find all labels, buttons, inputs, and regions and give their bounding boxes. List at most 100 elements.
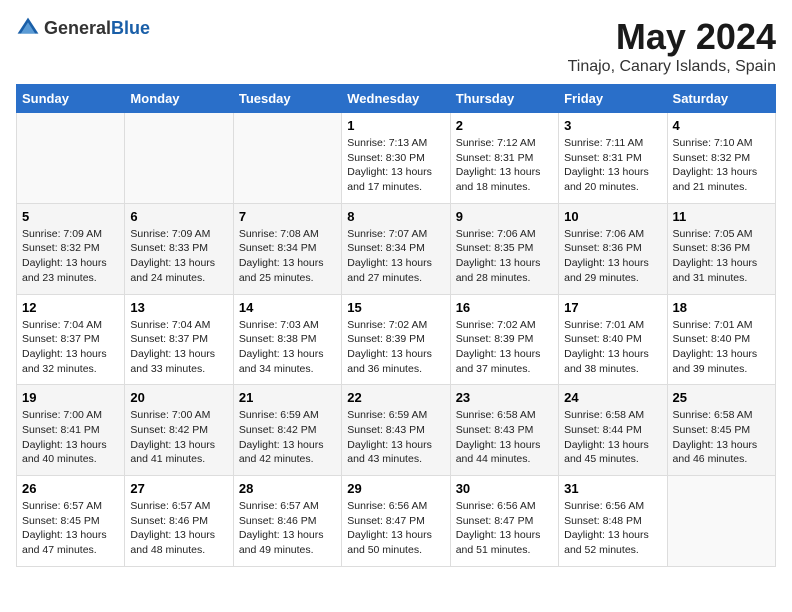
date-number: 17 xyxy=(564,300,661,315)
cell-info: Sunrise: 6:57 AM Sunset: 8:46 PM Dayligh… xyxy=(130,499,227,558)
day-header-row: SundayMondayTuesdayWednesdayThursdayFrid… xyxy=(17,85,776,113)
week-row-3: 12 Sunrise: 7:04 AM Sunset: 8:37 PM Dayli… xyxy=(17,294,776,385)
calendar-cell xyxy=(667,476,775,567)
cell-info: Sunrise: 6:59 AM Sunset: 8:42 PM Dayligh… xyxy=(239,408,336,467)
logo-icon xyxy=(16,16,40,40)
calendar-table: SundayMondayTuesdayWednesdayThursdayFrid… xyxy=(16,84,776,567)
calendar-cell: 17 Sunrise: 7:01 AM Sunset: 8:40 PM Dayli… xyxy=(559,294,667,385)
date-number: 24 xyxy=(564,390,661,405)
subtitle: Tinajo, Canary Islands, Spain xyxy=(568,58,776,76)
date-number: 9 xyxy=(456,209,553,224)
day-header-tuesday: Tuesday xyxy=(233,85,341,113)
calendar-cell: 24 Sunrise: 6:58 AM Sunset: 8:44 PM Dayli… xyxy=(559,385,667,476)
cell-info: Sunrise: 6:56 AM Sunset: 8:48 PM Dayligh… xyxy=(564,499,661,558)
date-number: 14 xyxy=(239,300,336,315)
calendar-cell: 10Sunrise: 7:06 AM Sunset: 8:36 PM Dayli… xyxy=(559,203,667,294)
cell-info: Sunrise: 6:58 AM Sunset: 8:44 PM Dayligh… xyxy=(564,408,661,467)
cell-info: Sunrise: 6:58 AM Sunset: 8:45 PM Dayligh… xyxy=(673,408,770,467)
calendar-cell: 12 Sunrise: 7:04 AM Sunset: 8:37 PM Dayli… xyxy=(17,294,125,385)
date-number: 2 xyxy=(456,118,553,133)
cell-info: Sunrise: 7:10 AM Sunset: 8:32 PM Dayligh… xyxy=(673,136,770,195)
cell-info: Sunrise: 7:13 AM Sunset: 8:30 PM Dayligh… xyxy=(347,136,444,195)
date-number: 27 xyxy=(130,481,227,496)
calendar-cell: 16Sunrise: 7:02 AM Sunset: 8:39 PM Dayli… xyxy=(450,294,558,385)
calendar-cell: 9Sunrise: 7:06 AM Sunset: 8:35 PM Daylig… xyxy=(450,203,558,294)
date-number: 3 xyxy=(564,118,661,133)
calendar-cell: 11 Sunrise: 7:05 AM Sunset: 8:36 PM Dayli… xyxy=(667,203,775,294)
title-block: May 2024 Tinajo, Canary Islands, Spain xyxy=(568,16,776,76)
day-header-saturday: Saturday xyxy=(667,85,775,113)
calendar-cell: 25Sunrise: 6:58 AM Sunset: 8:45 PM Dayli… xyxy=(667,385,775,476)
logo: GeneralBlue xyxy=(16,16,150,40)
cell-info: Sunrise: 7:01 AM Sunset: 8:40 PM Dayligh… xyxy=(564,318,661,377)
date-number: 7 xyxy=(239,209,336,224)
cell-info: Sunrise: 7:04 AM Sunset: 8:37 PM Dayligh… xyxy=(130,318,227,377)
cell-info: Sunrise: 7:06 AM Sunset: 8:36 PM Dayligh… xyxy=(564,227,661,286)
day-header-monday: Monday xyxy=(125,85,233,113)
calendar-cell: 22Sunrise: 6:59 AM Sunset: 8:43 PM Dayli… xyxy=(342,385,450,476)
week-row-4: 19 Sunrise: 7:00 AM Sunset: 8:41 PM Dayli… xyxy=(17,385,776,476)
date-number: 21 xyxy=(239,390,336,405)
calendar-cell xyxy=(233,113,341,204)
date-number: 23 xyxy=(456,390,553,405)
calendar-cell: 4 Sunrise: 7:10 AM Sunset: 8:32 PM Daylig… xyxy=(667,113,775,204)
cell-info: Sunrise: 6:57 AM Sunset: 8:46 PM Dayligh… xyxy=(239,499,336,558)
calendar-cell: 31Sunrise: 6:56 AM Sunset: 8:48 PM Dayli… xyxy=(559,476,667,567)
date-number: 13 xyxy=(130,300,227,315)
date-number: 4 xyxy=(673,118,770,133)
calendar-cell: 3Sunrise: 7:11 AM Sunset: 8:31 PM Daylig… xyxy=(559,113,667,204)
calendar-cell: 20 Sunrise: 7:00 AM Sunset: 8:42 PM Dayli… xyxy=(125,385,233,476)
week-row-5: 26Sunrise: 6:57 AM Sunset: 8:45 PM Dayli… xyxy=(17,476,776,567)
day-header-sunday: Sunday xyxy=(17,85,125,113)
cell-info: Sunrise: 6:59 AM Sunset: 8:43 PM Dayligh… xyxy=(347,408,444,467)
day-header-friday: Friday xyxy=(559,85,667,113)
week-row-1: 1 Sunrise: 7:13 AM Sunset: 8:30 PM Daylig… xyxy=(17,113,776,204)
calendar-cell: 1 Sunrise: 7:13 AM Sunset: 8:30 PM Daylig… xyxy=(342,113,450,204)
cell-info: Sunrise: 7:08 AM Sunset: 8:34 PM Dayligh… xyxy=(239,227,336,286)
cell-info: Sunrise: 6:56 AM Sunset: 8:47 PM Dayligh… xyxy=(456,499,553,558)
day-header-wednesday: Wednesday xyxy=(342,85,450,113)
date-number: 11 xyxy=(673,209,770,224)
week-row-2: 5Sunrise: 7:09 AM Sunset: 8:32 PM Daylig… xyxy=(17,203,776,294)
calendar-cell xyxy=(125,113,233,204)
date-number: 6 xyxy=(130,209,227,224)
cell-info: Sunrise: 7:07 AM Sunset: 8:34 PM Dayligh… xyxy=(347,227,444,286)
date-number: 18 xyxy=(673,300,770,315)
calendar-cell: 6 Sunrise: 7:09 AM Sunset: 8:33 PM Daylig… xyxy=(125,203,233,294)
cell-info: Sunrise: 6:57 AM Sunset: 8:45 PM Dayligh… xyxy=(22,499,119,558)
cell-info: Sunrise: 7:04 AM Sunset: 8:37 PM Dayligh… xyxy=(22,318,119,377)
cell-info: Sunrise: 7:02 AM Sunset: 8:39 PM Dayligh… xyxy=(347,318,444,377)
calendar-cell: 14 Sunrise: 7:03 AM Sunset: 8:38 PM Dayli… xyxy=(233,294,341,385)
calendar-cell: 21 Sunrise: 6:59 AM Sunset: 8:42 PM Dayli… xyxy=(233,385,341,476)
cell-info: Sunrise: 7:03 AM Sunset: 8:38 PM Dayligh… xyxy=(239,318,336,377)
calendar-cell: 30Sunrise: 6:56 AM Sunset: 8:47 PM Dayli… xyxy=(450,476,558,567)
calendar-cell: 19 Sunrise: 7:00 AM Sunset: 8:41 PM Dayli… xyxy=(17,385,125,476)
date-number: 1 xyxy=(347,118,444,133)
day-header-thursday: Thursday xyxy=(450,85,558,113)
date-number: 8 xyxy=(347,209,444,224)
calendar-cell: 18 Sunrise: 7:01 AM Sunset: 8:40 PM Dayli… xyxy=(667,294,775,385)
calendar-cell: 15Sunrise: 7:02 AM Sunset: 8:39 PM Dayli… xyxy=(342,294,450,385)
calendar-cell: 7 Sunrise: 7:08 AM Sunset: 8:34 PM Daylig… xyxy=(233,203,341,294)
cell-info: Sunrise: 7:05 AM Sunset: 8:36 PM Dayligh… xyxy=(673,227,770,286)
cell-info: Sunrise: 6:58 AM Sunset: 8:43 PM Dayligh… xyxy=(456,408,553,467)
calendar-cell: 28 Sunrise: 6:57 AM Sunset: 8:46 PM Dayli… xyxy=(233,476,341,567)
cell-info: Sunrise: 7:02 AM Sunset: 8:39 PM Dayligh… xyxy=(456,318,553,377)
logo-text-blue: Blue xyxy=(111,18,150,38)
cell-info: Sunrise: 7:09 AM Sunset: 8:33 PM Dayligh… xyxy=(130,227,227,286)
date-number: 29 xyxy=(347,481,444,496)
calendar-cell: 23 Sunrise: 6:58 AM Sunset: 8:43 PM Dayli… xyxy=(450,385,558,476)
cell-info: Sunrise: 7:00 AM Sunset: 8:41 PM Dayligh… xyxy=(22,408,119,467)
calendar-cell: 8 Sunrise: 7:07 AM Sunset: 8:34 PM Daylig… xyxy=(342,203,450,294)
date-number: 5 xyxy=(22,209,119,224)
date-number: 20 xyxy=(130,390,227,405)
date-number: 19 xyxy=(22,390,119,405)
calendar-cell: 2Sunrise: 7:12 AM Sunset: 8:31 PM Daylig… xyxy=(450,113,558,204)
date-number: 12 xyxy=(22,300,119,315)
date-number: 28 xyxy=(239,481,336,496)
calendar-cell: 26Sunrise: 6:57 AM Sunset: 8:45 PM Dayli… xyxy=(17,476,125,567)
cell-info: Sunrise: 7:00 AM Sunset: 8:42 PM Dayligh… xyxy=(130,408,227,467)
calendar-cell: 29Sunrise: 6:56 AM Sunset: 8:47 PM Dayli… xyxy=(342,476,450,567)
main-title: May 2024 xyxy=(568,16,776,58)
cell-info: Sunrise: 7:01 AM Sunset: 8:40 PM Dayligh… xyxy=(673,318,770,377)
